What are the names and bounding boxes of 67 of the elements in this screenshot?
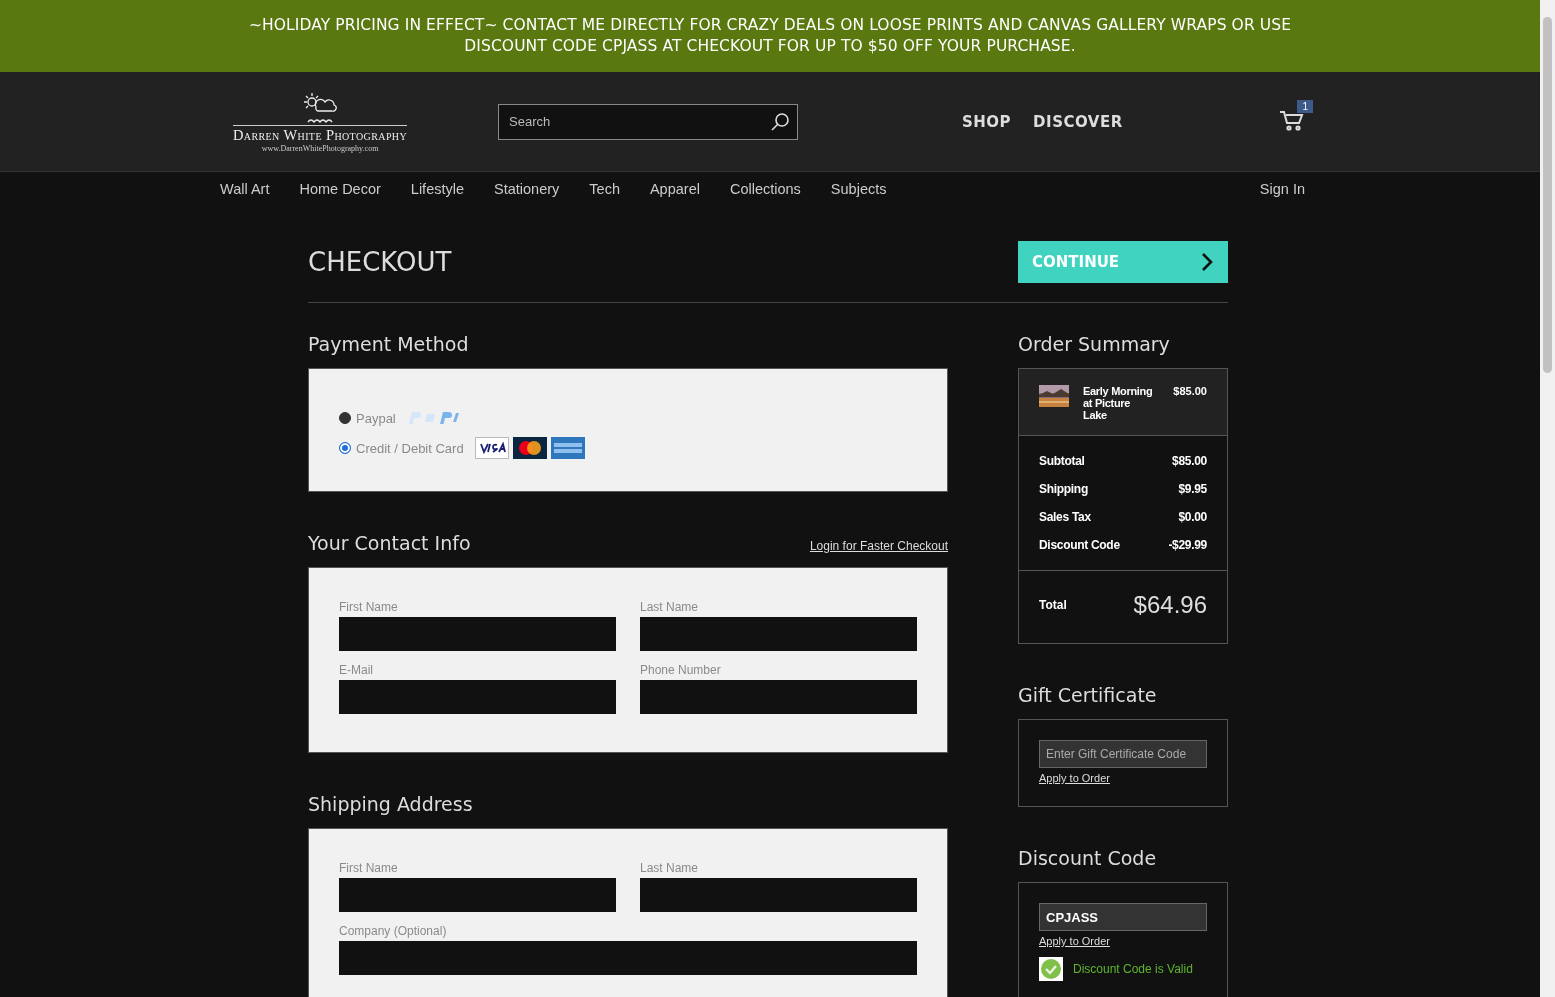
summary-label: Subtotal [1039,454,1085,468]
promo-text: DISCOUNT CODE CPJASS AT CHECKOUT FOR UP TO $50 OFF YOUR PURCHASE. [464,36,1076,57]
page-title: CHECKOUT [308,247,452,277]
field-label: Phone Number [640,663,722,677]
search-icon[interactable] [770,111,790,132]
summary-value: $0.00 [1178,510,1207,524]
cart-icon[interactable] [1279,108,1305,131]
category-link[interactable]: Subjects [830,180,887,197]
summary-value: $85.00 [1172,454,1207,468]
item-name: Early Morning at Picture Lake [1083,385,1154,421]
visa-card-icon [474,437,509,459]
section-heading: Discount Code [1018,847,1158,869]
summary-value: $9.95 [1178,482,1207,496]
input-field[interactable] [640,617,917,651]
field-label: E-Mail [339,663,374,677]
cart-count-badge: 1 [1297,99,1313,113]
section-heading: Your Contact Info [308,532,471,554]
mastercard-icon [512,437,547,459]
logo-url: www.DarrenWhitePhotography.com [261,143,379,153]
radio-button[interactable] [339,442,351,454]
validation-message: Discount Code is Valid [1073,962,1193,976]
check-icon [1039,957,1063,981]
input-field[interactable] [339,878,616,912]
field-label: First Name [339,600,399,614]
field-label: Last Name [640,600,700,614]
summary-label: Sales Tax [1039,510,1091,524]
summary-label: Shipping [1039,482,1088,496]
category-link[interactable]: Home Decor [299,180,381,197]
category-link[interactable]: Stationery [494,180,560,197]
chevron-right-icon [1200,252,1214,272]
summary-value: -$29.99 [1168,538,1207,552]
field-label: Last Name [640,861,700,875]
gift-code-field[interactable]: Enter Gift Certificate Code [1039,740,1207,768]
input-field[interactable] [640,878,917,912]
sign-in-link[interactable]: Sign In [1259,180,1305,197]
input-field[interactable] [339,941,917,975]
nav-link[interactable]: SHOP [962,112,1012,131]
item-price: $85.00 [1173,385,1207,397]
logo-text[interactable]: Darren White Photography [232,124,408,144]
search-field[interactable]: Search [498,103,798,140]
section-heading: Payment Method [308,333,470,355]
field-label: First Name [339,861,399,875]
category-link[interactable]: Collections [729,180,801,197]
promo-text: ~HOLIDAY PRICING IN EFFECT~ CONTACT ME DIRECTLY FOR CRAZY DEALS ON LOOSE PRINTS AND CANVAS GALLERY WRAPS OR USE [248,15,1292,36]
summary-label: Discount Code [1039,538,1120,552]
section-heading: Gift Certificate [1018,684,1158,706]
category-link[interactable]: Lifestyle [410,180,464,197]
input-field[interactable] [339,617,616,651]
section-heading: Order Summary [1018,333,1171,355]
category-link[interactable]: Wall Art [220,180,270,197]
field-label: Company (Optional) [339,924,448,938]
amex-card-icon [550,437,585,459]
apply-link[interactable]: Apply to Order [1039,772,1110,784]
total-value: $64.96 [1133,591,1207,619]
radio-button[interactable] [339,412,351,424]
section-heading: Shipping Address [308,793,474,815]
apply-link[interactable]: Apply to Order [1039,935,1110,947]
scrollbar[interactable] [1540,0,1555,997]
discount-code-field[interactable]: CPJASS [1039,903,1207,931]
login-link[interactable]: Login for Faster Checkout [809,539,948,553]
category-link[interactable]: Tech [589,180,620,197]
total-label: Total [1039,598,1067,612]
category-link[interactable]: Apparel [649,180,700,197]
input-field[interactable] [339,680,616,714]
input-field[interactable] [640,680,917,714]
scrollbar-thumb[interactable] [1543,17,1552,373]
nav-link[interactable]: DISCOVER [1033,112,1123,131]
